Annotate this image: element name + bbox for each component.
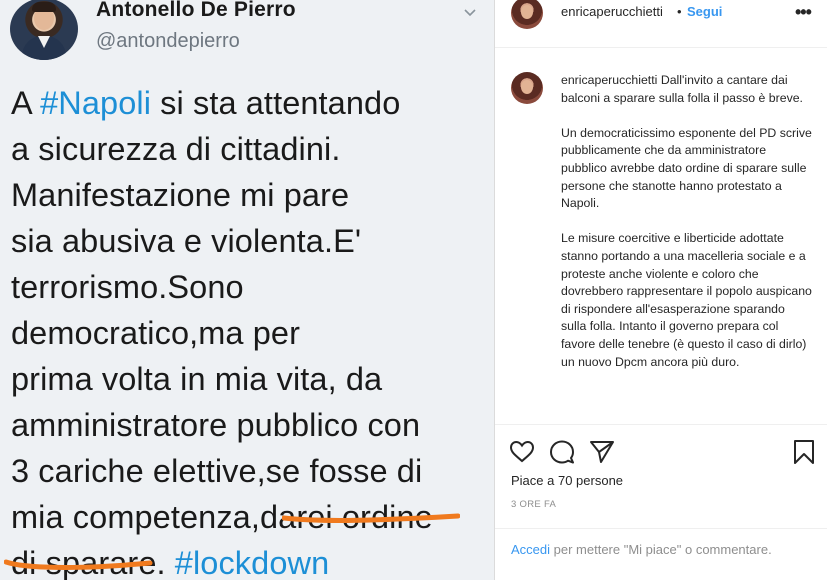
login-text: Accedi per mettere "Mi piace" o commenta…	[511, 542, 772, 557]
tweet-text-line: prima volta in mia vita, da	[11, 356, 489, 402]
tweet-author-handle: @antondepierro	[96, 30, 240, 52]
tweet-text-line: A #Napoli si sta attentando	[11, 80, 489, 126]
tweet-text-line: Manifestazione mi pare	[11, 172, 489, 218]
post-caption: enricaperucchietti Dall'invito a cantare…	[495, 48, 827, 424]
tweet-text: A #Napoli si sta attentando a sicurezza d…	[11, 80, 489, 580]
login-link[interactable]: Accedi	[511, 542, 550, 557]
instagram-post-panel: enricaperucchietti • Segui ••• enricaper…	[494, 0, 827, 580]
chevron-down-icon	[464, 9, 476, 17]
caption-username-link[interactable]: enricaperucchietti	[561, 73, 657, 87]
tweet-text-line: terrorismo.Sono	[11, 264, 489, 310]
heart-icon[interactable]	[509, 439, 535, 465]
tweet-text-line: amministratore pubblico con	[11, 402, 489, 448]
tweet-text-segment: 3 cariche elettive,se fosse di	[11, 453, 423, 489]
tweet-text-line: democratico,ma per	[11, 310, 489, 356]
hashtag-link[interactable]: #Napoli	[40, 85, 151, 121]
tweet-author-name: Antonello De Pierro	[96, 0, 296, 21]
tweet-text-segment: terrorismo.Sono	[11, 269, 244, 305]
tweet-image: Antonello De Pierro @antondepierro A #Na…	[0, 0, 494, 580]
caption-paragraph: Un democraticissimo esponente del PD scr…	[561, 125, 812, 211]
post-timestamp: 3 ORE FA	[511, 499, 557, 510]
tweet-text-line: 3 cariche elettive,se fosse di	[11, 448, 489, 494]
hashtag-link[interactable]: #lockdown	[175, 545, 329, 580]
post-actions: Piace a 70 persone 3 ORE FA	[495, 424, 827, 528]
comment-icon[interactable]	[549, 439, 575, 465]
share-icon[interactable]	[589, 439, 615, 465]
avatar[interactable]	[511, 0, 543, 29]
caption-paragraph: Le misure coercitive e liberticide adott…	[561, 231, 812, 369]
tweet-text-segment: Manifestazione mi pare	[11, 177, 350, 213]
tweet-text-segment: democratico,ma per	[11, 315, 300, 351]
tweet-text-line: a sicurezza di cittadini.	[11, 126, 489, 172]
highlight-underline	[4, 559, 153, 570]
tweet-text-segment: amministratore pubblico con	[11, 407, 421, 443]
likes-count[interactable]: Piace a 70 persone	[511, 473, 623, 488]
highlight-underline	[282, 513, 460, 523]
tweet-text-segment: si sta attentando	[151, 85, 401, 121]
tweet-text-segment: a sicurezza di cittadini.	[11, 131, 341, 167]
login-prompt: Accedi per mettere "Mi piace" o commenta…	[495, 528, 827, 580]
tweet-text-line: sia abusiva e violenta.E'	[11, 218, 489, 264]
tweet-text-segment: sia abusiva e violenta.E'	[11, 223, 362, 259]
caption-avatar[interactable]	[511, 72, 543, 104]
separator-dot: •	[677, 4, 682, 19]
post-header: enricaperucchietti • Segui •••	[495, 0, 827, 48]
tweet-text-segment: prima volta in mia vita, da	[11, 361, 383, 397]
bookmark-icon[interactable]	[791, 439, 817, 465]
more-options-icon[interactable]: •••	[795, 2, 812, 23]
login-rest-text: per mettere "Mi piace" o commentare.	[550, 542, 772, 557]
follow-button[interactable]: Segui	[687, 4, 722, 19]
tweet-author-avatar	[10, 0, 78, 60]
username-link[interactable]: enricaperucchietti	[561, 4, 663, 19]
caption-text: enricaperucchietti Dall'invito a cantare…	[561, 72, 813, 389]
tweet-text-segment: A	[11, 85, 41, 121]
